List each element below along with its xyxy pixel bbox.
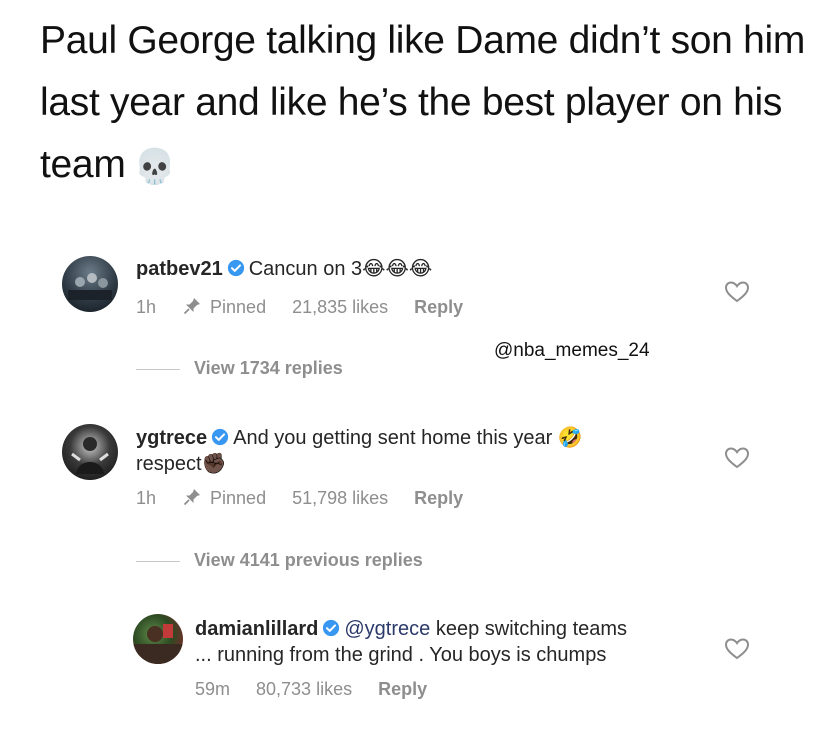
watermark: @nba_memes_24: [494, 340, 650, 361]
view-replies-label: View 4141 previous replies: [194, 550, 423, 570]
mention-link[interactable]: @ygtrece: [344, 618, 430, 640]
like-heart-icon[interactable]: [724, 280, 750, 304]
pin-icon: [183, 489, 201, 506]
likes-count[interactable]: 51,798 likes: [292, 488, 388, 508]
like-heart-icon[interactable]: [724, 446, 750, 470]
view-replies-button[interactable]: View 1734 replies: [136, 358, 343, 379]
reply-button[interactable]: Reply: [414, 488, 463, 508]
comment-time: 1h: [136, 488, 157, 508]
avatar[interactable]: [133, 614, 183, 664]
verified-badge-icon: [323, 619, 340, 637]
verified-badge-icon: [227, 259, 244, 277]
reply-button[interactable]: Reply: [378, 679, 427, 699]
avatar-photo-icon: [71, 437, 109, 474]
likes-count[interactable]: 80,733 likes: [256, 679, 352, 699]
avatar-photo-icon: [68, 273, 112, 300]
view-replies-label: View 1734 replies: [194, 358, 343, 378]
avatar[interactable]: [62, 424, 118, 480]
divider-line: [136, 368, 180, 370]
comment-meta: 1h Pinned 51,798 likes Reply: [136, 487, 489, 509]
fist-emoji-icon: ✊🏿: [201, 453, 227, 475]
pinned-label: Pinned: [182, 297, 266, 317]
comment-time: 1h: [136, 297, 157, 317]
rofl-emoji-icon: 🤣: [557, 427, 583, 449]
avatar[interactable]: [62, 256, 118, 312]
comment-body: ygtrece And you getting sent home this ye…: [136, 425, 696, 477]
view-previous-replies-button[interactable]: View 4141 previous replies: [136, 550, 423, 571]
comment-text: keep switching teams: [435, 618, 628, 640]
comment-body: patbev21 Cancun on 3😂😂😂: [136, 256, 432, 282]
skull-emoji-icon: 💀: [133, 147, 176, 186]
reply-button[interactable]: Reply: [414, 297, 463, 317]
likes-count[interactable]: 21,835 likes: [292, 297, 388, 317]
comment-username[interactable]: patbev21: [136, 258, 223, 280]
comment-time: 59m: [195, 679, 231, 699]
comment-username[interactable]: ygtrece: [136, 427, 207, 449]
comment-username[interactable]: damianlillard: [195, 618, 318, 640]
meme-caption: Paul George talking like Dame didn’t son…: [40, 10, 810, 198]
avatar-photo-icon: [133, 624, 183, 664]
pinned-label: Pinned: [182, 488, 266, 508]
like-heart-icon[interactable]: [724, 637, 750, 661]
divider-line: [136, 560, 180, 562]
pin-icon: [183, 298, 201, 315]
comment-text: And you getting sent home this year: [233, 427, 553, 449]
comment-text-line2: respect: [136, 453, 202, 475]
verified-badge-icon: [212, 428, 229, 446]
comment-meta: 1h Pinned 21,835 likes Reply: [136, 296, 489, 318]
comment-text: Cancun on 3: [248, 258, 363, 280]
comment-text-line2: ... running from the grind . You boys is…: [195, 644, 607, 666]
comment-body: damianlillard @ygtrece keep switching tea…: [195, 616, 715, 668]
laughing-emoji-icon: 😂😂😂: [362, 258, 433, 280]
comment-meta: 59m 80,733 likes Reply: [195, 679, 453, 700]
